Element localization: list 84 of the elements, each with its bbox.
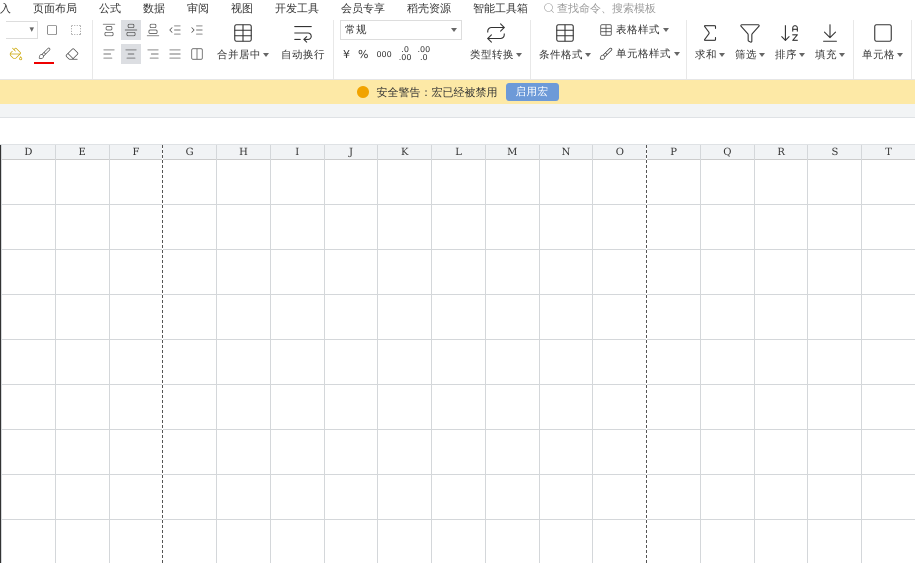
caret-icon [759, 53, 765, 57]
menu-tab[interactable]: 稻壳资源 [396, 0, 462, 16]
column-header[interactable]: S [808, 145, 862, 160]
menu-tab[interactable]: 视图 [220, 0, 264, 16]
caret-icon [839, 53, 845, 57]
menu-tab[interactable]: 数据 [132, 0, 176, 16]
table-icon [599, 23, 613, 37]
warning-icon [356, 86, 368, 98]
type-convert-button[interactable]: 类型转换 [468, 20, 524, 64]
column-header[interactable]: L [432, 145, 485, 160]
align-middle-button[interactable] [121, 20, 141, 40]
dashed-square-icon [70, 24, 82, 36]
menu-tab[interactable]: 入 [0, 0, 22, 16]
eraser-icon [65, 47, 79, 61]
menu-tab[interactable]: 会员专享 [330, 0, 396, 16]
column-header[interactable]: P [647, 145, 700, 160]
column-header[interactable]: R [754, 145, 808, 160]
column-header[interactable]: E [56, 145, 109, 160]
brush-icon [38, 46, 50, 60]
column-header[interactable]: T [862, 145, 915, 160]
table-icon [232, 22, 254, 44]
merge-center-button[interactable]: 合并居中 [215, 20, 271, 64]
caret-icon [663, 28, 669, 32]
table-style-button[interactable]: 表格样式 [599, 20, 680, 40]
column-header[interactable]: M [486, 145, 539, 160]
menu-tab[interactable]: 公式 [88, 0, 132, 16]
caret-icon [897, 53, 903, 57]
align-outdent-icon [168, 23, 182, 37]
sum-button[interactable]: 求和 [693, 20, 727, 64]
square-icon [46, 24, 58, 36]
table-icon [554, 22, 576, 44]
align-justify-icon [168, 47, 182, 61]
align-left-icon [102, 47, 116, 61]
caret-icon [585, 53, 591, 57]
align-bottom-icon [146, 23, 160, 37]
column-header[interactable]: I [270, 145, 324, 160]
add-decimal-button[interactable]: .0 .00 [396, 46, 414, 62]
filter-button[interactable]: 筛选 [733, 20, 767, 64]
caret-icon [516, 53, 522, 57]
brush-icon [599, 47, 613, 61]
caret-icon [719, 53, 725, 57]
fill-button[interactable]: 填充 [813, 20, 847, 64]
warning-message: 安全警告：宏已经被禁用 [376, 84, 498, 100]
wrap-text-button[interactable]: 自动换行 [279, 20, 327, 64]
column-header[interactable]: O [593, 145, 646, 160]
percent-button[interactable]: % [355, 44, 372, 64]
repeat-arrows-icon [485, 22, 507, 44]
menu-tab[interactable]: 审阅 [176, 0, 220, 16]
menu-tab[interactable]: 开发工具 [264, 0, 330, 16]
align-middle-icon [124, 23, 138, 37]
remove-decimal-button[interactable]: .00 .0 [415, 46, 432, 62]
align-center-icon [124, 47, 138, 61]
paint-bucket-icon [9, 47, 23, 61]
align-right-icon [146, 47, 160, 61]
search-icon [543, 2, 555, 14]
caret-icon [263, 53, 269, 57]
column-header[interactable]: N [540, 145, 592, 160]
cell-style-button[interactable]: 单元格样式 [599, 44, 680, 64]
column-header[interactable]: K [378, 145, 432, 160]
align-center-button[interactable] [121, 44, 141, 64]
column-header[interactable]: D [2, 145, 55, 160]
menu-tab[interactable]: 页面布局 [22, 0, 88, 16]
filter-icon [739, 22, 761, 44]
column-header[interactable]: H [217, 145, 270, 160]
currency-button[interactable]: ¥ [340, 44, 353, 64]
column-header[interactable]: F [110, 145, 162, 160]
align-top-icon [102, 23, 116, 37]
cell-button[interactable]: 单元格 [860, 20, 905, 64]
number-format-dropdown[interactable]: 常规 [340, 20, 462, 40]
caret-icon [674, 52, 680, 56]
sort-icon [779, 22, 801, 44]
menu-tab[interactable]: 智能工具箱 [462, 0, 539, 16]
square-icon [872, 22, 894, 44]
column-header[interactable]: G [163, 145, 216, 160]
align-distribute-icon [190, 47, 204, 61]
align-indent-icon [190, 23, 204, 37]
conditional-format-button[interactable]: 条件格式 [537, 20, 593, 64]
sort-button[interactable]: 排序 [773, 20, 807, 64]
thousands-button[interactable]: 000 [373, 44, 395, 64]
caret-icon [451, 28, 457, 32]
caret-icon [799, 53, 805, 57]
font-size-dropdown[interactable]: ▾ [6, 21, 38, 39]
column-header[interactable]: J [324, 145, 378, 160]
column-header[interactable]: Q [700, 145, 754, 160]
